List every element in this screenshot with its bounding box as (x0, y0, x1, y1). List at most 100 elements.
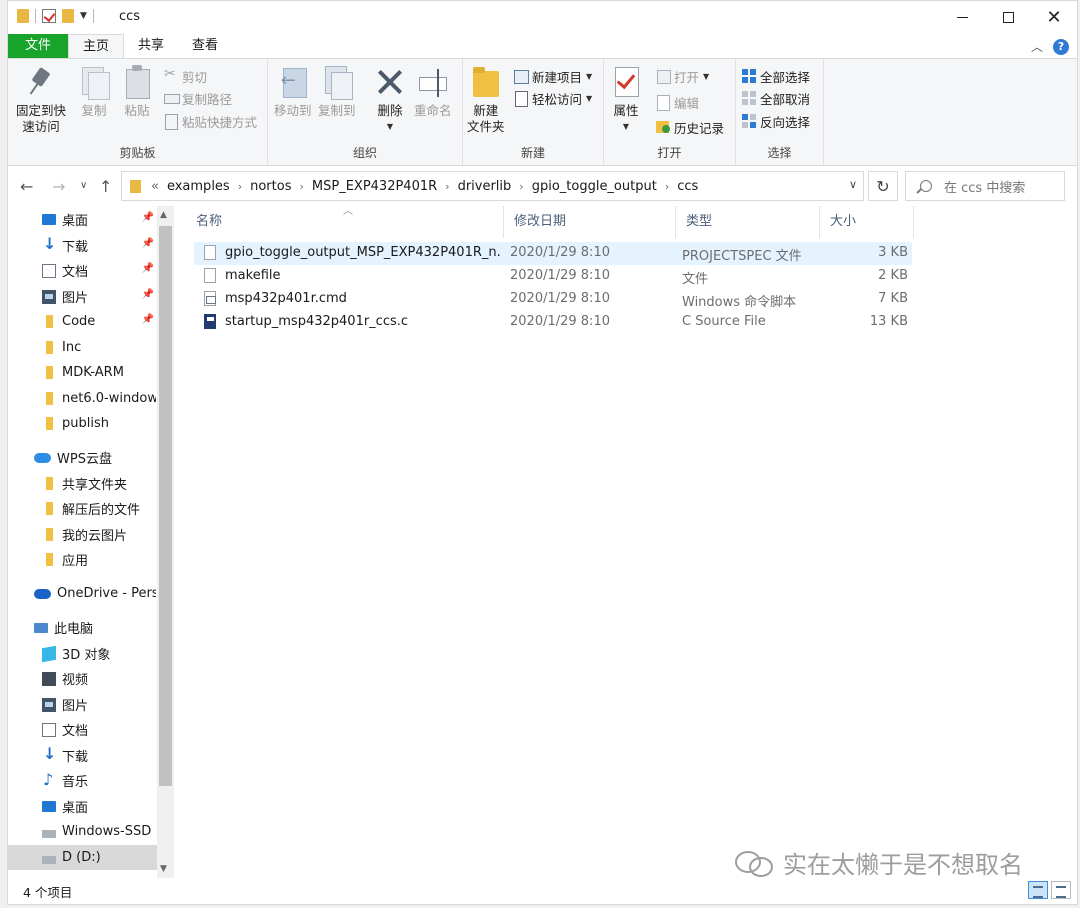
paste-shortcut-button[interactable]: 粘贴快捷方式 (164, 111, 257, 131)
breadcrumb-item[interactable]: ccs (677, 179, 698, 194)
refresh-button[interactable]: ↻ (868, 171, 898, 201)
pictures-icon (42, 289, 56, 304)
file-row[interactable]: startup_msp432p401r_ccs.c 2020/1/29 8:10… (194, 311, 912, 334)
tab-share[interactable]: 共享 (124, 34, 178, 58)
sidebar-item-drive-d[interactable]: D (D:) (8, 845, 158, 870)
breadcrumb-item[interactable]: MSP_EXP432P401R (312, 179, 437, 194)
chevron-right-icon[interactable]: › (299, 180, 303, 193)
sidebar-item-videos[interactable]: 视频 (8, 666, 156, 691)
chevron-right-icon[interactable]: › (519, 180, 523, 193)
sidebar-item-label: 解压后的文件 (62, 503, 141, 518)
new-folder-button[interactable]: 新建 文件夹 (467, 65, 505, 135)
forward-arrow-icon[interactable]: → (52, 177, 65, 196)
sidebar-item-3d-objects[interactable]: 3D 对象 (8, 641, 156, 666)
breadcrumb-item[interactable]: examples (167, 179, 230, 194)
close-button[interactable]: ✕ (1031, 1, 1077, 33)
sidebar-item-net6[interactable]: net6.0-windows (8, 386, 156, 411)
customize-dropdown-icon[interactable]: ▼ (80, 11, 87, 21)
move-to-button[interactable]: 移动到 (274, 65, 312, 119)
large-icons-view-button[interactable] (1051, 881, 1071, 899)
rename-button[interactable]: 重命名 (414, 65, 452, 119)
sidebar-item-extracted-files[interactable]: 解压后的文件 (8, 496, 156, 521)
breadcrumb-overflow[interactable]: « (151, 179, 159, 194)
file-row[interactable]: msp432p401r.cmd 2020/1/29 8:10 Windows 命… (194, 288, 912, 311)
sidebar-item-documents[interactable]: 文档 📌 (8, 258, 156, 283)
sidebar-item-pc-documents[interactable]: 文档 (8, 717, 156, 742)
properties-button[interactable]: 属性 ▼ (610, 65, 642, 135)
file-row[interactable]: gpio_toggle_output_MSP_EXP432P401R_n... … (194, 242, 912, 265)
copy-path-icon (164, 91, 180, 105)
edit-button[interactable]: 编辑 (656, 92, 699, 112)
cut-button[interactable]: 剪切 (164, 66, 207, 86)
paste-button[interactable]: 粘贴 (121, 65, 153, 119)
sidebar-item-apps[interactable]: 应用 (8, 547, 156, 572)
column-header-type[interactable]: 类型 (676, 206, 820, 238)
delete-button[interactable]: 删除 ▼ (374, 65, 406, 135)
sidebar-item-pc-pictures[interactable]: 图片 (8, 692, 156, 717)
breadcrumb-item[interactable]: nortos (250, 179, 291, 194)
chevron-right-icon[interactable]: › (445, 180, 449, 193)
up-arrow-icon[interactable]: ↑ (99, 177, 112, 196)
easy-access-button[interactable]: 轻松访问 ▼ (514, 88, 592, 108)
select-group: 全部选择 全部取消 反向选择 选择 (736, 59, 824, 165)
pin-quick-access-button[interactable]: 固定到快 速访问 (16, 65, 66, 135)
sidebar-item-wps-cloud[interactable]: WPS云盘 (8, 445, 156, 470)
copy-to-button[interactable]: 复制到 (318, 65, 356, 119)
sidebar-item-code[interactable]: Code 📌 (8, 309, 156, 334)
sidebar-item-downloads[interactable]: 下载 📌 (8, 233, 156, 258)
tab-home[interactable]: 主页 (68, 34, 125, 58)
search-input[interactable]: 在 ccs 中搜索 (905, 171, 1065, 201)
scrollbar-thumb[interactable] (159, 226, 172, 786)
sidebar-item-pc-downloads[interactable]: 下载 (8, 743, 156, 768)
sidebar-item-desktop[interactable]: 桌面 📌 (8, 207, 156, 232)
tab-file[interactable]: 文件 (8, 34, 68, 58)
minimize-button[interactable] (939, 1, 985, 33)
properties-quick-icon[interactable] (42, 9, 56, 23)
breadcrumb-item[interactable]: gpio_toggle_output (532, 179, 657, 194)
breadcrumb-item[interactable]: driverlib (458, 179, 512, 194)
sidebar-item-pictures[interactable]: 图片 📌 (8, 284, 156, 309)
chevron-right-icon[interactable]: › (238, 180, 242, 193)
chevron-down-icon: ▼ (386, 122, 394, 131)
invert-selection-label: 反向选择 (760, 114, 811, 130)
column-header-size[interactable]: 大小 (820, 206, 914, 238)
back-arrow-icon[interactable]: ← (20, 177, 33, 196)
select-none-button[interactable]: 全部取消 (742, 88, 810, 108)
chevron-down-icon[interactable]: ∨ (849, 178, 857, 191)
open-button[interactable]: 打开 ▼ (656, 66, 709, 86)
file-row[interactable]: makefile 2020/1/29 8:10 文件 2 KB (194, 265, 912, 288)
history-button[interactable]: 历史记录 (656, 117, 724, 137)
new-folder-quick-icon[interactable] (62, 9, 74, 23)
address-bar[interactable]: « examples › nortos › MSP_EXP432P401R › … (121, 171, 864, 201)
sidebar-item-pc-desktop[interactable]: 桌面 (8, 794, 156, 819)
scroll-down-icon[interactable]: ▼ (160, 864, 167, 874)
invert-selection-button[interactable]: 反向选择 (742, 111, 810, 131)
recent-locations-chevron-icon[interactable]: ∨ (80, 180, 87, 191)
sidebar-item-music[interactable]: 音乐 (8, 768, 156, 793)
sidebar-scrollbar[interactable]: ▲ ▼ (157, 206, 174, 878)
copy-path-button[interactable]: 复制路径 (164, 88, 232, 108)
column-header-name[interactable]: 名称 (186, 206, 504, 238)
copy-button[interactable]: 复制 (78, 65, 110, 119)
column-header-date[interactable]: 修改日期 (504, 206, 676, 238)
sidebar-item-onedrive[interactable]: OneDrive - Personal (8, 581, 156, 606)
tab-view[interactable]: 查看 (178, 34, 232, 58)
help-icon[interactable]: ? (1053, 38, 1069, 55)
sidebar-item-mdk-arm[interactable]: MDK-ARM (8, 360, 156, 385)
sidebar-item-label: 此电脑 (54, 622, 94, 637)
document-icon (42, 722, 56, 737)
invert-selection-icon (742, 114, 756, 128)
sidebar-item-this-pc[interactable]: 此电脑 (8, 615, 156, 640)
collapse-ribbon-icon[interactable]: ︿ (1031, 38, 1043, 55)
chevron-right-icon[interactable]: › (665, 180, 669, 193)
select-all-button[interactable]: 全部选择 (742, 66, 810, 86)
sidebar-item-drive-c[interactable]: Windows-SSD (C:) (8, 819, 156, 844)
sidebar-item-cloud-pictures[interactable]: 我的云图片 (8, 522, 156, 547)
scroll-up-icon[interactable]: ▲ (160, 210, 167, 220)
maximize-button[interactable] (985, 1, 1031, 33)
sidebar-item-shared-folder[interactable]: 共享文件夹 (8, 471, 156, 496)
new-item-button[interactable]: 新建项目 ▼ (514, 66, 592, 86)
details-view-button[interactable] (1028, 881, 1048, 899)
sidebar-item-inc[interactable]: Inc (8, 335, 156, 360)
sidebar-item-publish[interactable]: publish (8, 411, 156, 436)
